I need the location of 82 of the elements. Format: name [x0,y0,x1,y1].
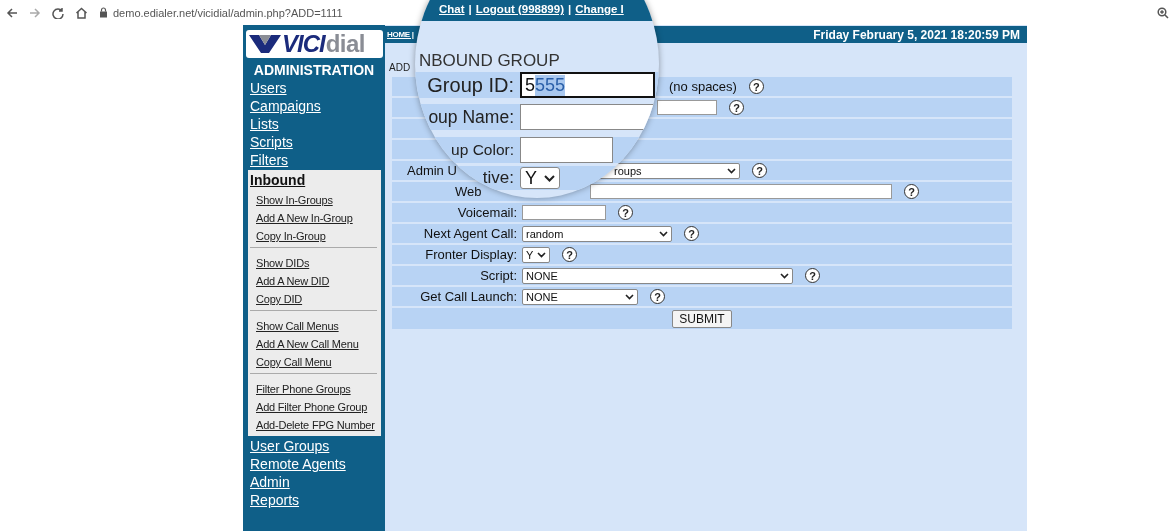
text-field[interactable] [522,205,606,220]
zoom-icon[interactable] [1157,6,1169,19]
sidebar-link[interactable]: Inbound [250,171,306,189]
sidebar-link[interactable]: Scripts [243,133,293,151]
caret-icon [780,272,789,279]
submenu-link[interactable]: Add A New In-Group [256,209,353,227]
logo-text: dial [325,30,366,58]
field-label: oup Name: [428,106,514,128]
submenu-link[interactable]: Add-Delete FPG Number [256,416,375,434]
dropdown[interactable]: random [522,225,672,242]
submenu-link[interactable]: Add Filter Phone Group [256,398,368,416]
help-icon[interactable]: ? [748,79,764,94]
home-link[interactable]: HOME | [387,30,414,39]
page-title: ADD [389,62,411,74]
home-icon[interactable] [75,6,88,19]
text-field[interactable] [520,137,613,163]
submenu-link[interactable]: Copy DID [256,290,303,308]
field-hint: (no spaces) [669,79,737,94]
submenu-link[interactable]: Copy Call Menu [256,353,332,371]
submit-button[interactable]: SUBMIT [672,309,732,328]
submenu-link[interactable]: Show Call Menus [256,317,339,335]
field-label: Get Call Launch: [420,289,517,304]
field-label: Web [455,184,482,199]
help-icon[interactable]: ? [752,163,767,178]
lock-icon [99,7,108,18]
field-label: Script: [480,268,517,283]
caret-icon [544,174,555,182]
help-icon[interactable]: ? [562,247,577,262]
sidebar-link[interactable]: Remote Agents [243,455,346,473]
help-icon[interactable]: ? [684,226,699,241]
field-label: Admin U [407,163,457,178]
caret-icon [727,167,736,174]
field-label: Group ID: [427,73,514,97]
text-field[interactable] [520,104,655,130]
submenu-link[interactable]: Copy In-Group [256,227,326,245]
submenu-link[interactable]: Show In-Groups [256,191,333,209]
text-field[interactable]: 5555 [520,72,655,98]
submenu-link[interactable]: Add A New Call Menu [256,335,359,353]
dropdown[interactable]: NONE [522,288,638,305]
header-link[interactable]: Change I [575,3,624,15]
text-field[interactable] [657,100,717,115]
sidebar-link[interactable]: Campaigns [243,97,321,115]
back-icon[interactable] [6,6,18,19]
page-title: NBOUND GROUP [419,51,560,71]
dropdown[interactable]: Y [522,246,550,263]
sidebar-link[interactable]: Reports [243,491,300,509]
date-time: Friday February 5, 2021 18:20:59 PM [813,27,1020,42]
vicidial-logo[interactable]: VICIdial [246,30,383,58]
sidebar-link[interactable]: Filters [243,151,289,169]
help-icon[interactable]: ? [618,205,633,220]
sidebar-link[interactable]: Admin [243,473,290,491]
address-bar[interactable]: demo.edialer.net/vicidial/admin.php?ADD=1111 [113,6,343,19]
link-separator: | [468,3,472,15]
text-field[interactable] [590,184,892,199]
sidebar-link[interactable]: Lists [243,115,279,133]
sidebar-link[interactable]: Users [243,79,287,97]
logo-text: VICI [282,30,325,58]
submenu-link[interactable]: Show DIDs [256,254,310,272]
caret-icon [625,293,634,300]
field-label: Next Agent Call: [423,226,517,241]
field-label: up Color: [451,141,514,160]
submenu-link[interactable]: Filter Phone Groups [256,380,351,398]
help-icon[interactable]: ? [729,100,744,115]
sidebar-heading: ADMINISTRATION [252,62,376,79]
submenu-link[interactable]: Add A New DID [256,272,330,290]
caret-icon [659,230,668,237]
dropdown[interactable]: NONE [522,267,793,284]
reload-icon[interactable] [52,6,64,19]
help-icon[interactable]: ? [904,184,919,199]
field-label: tive: [482,168,514,189]
field-label: Fronter Display: [425,247,517,262]
forward-icon[interactable] [29,6,41,19]
caret-icon [537,251,546,258]
field-label: Voicemail: [457,205,517,220]
help-icon[interactable]: ? [805,268,820,283]
help-icon[interactable]: ? [650,289,665,304]
sidebar-link[interactable]: User Groups [243,437,330,455]
chevron-logo-icon [249,33,281,55]
dropdown[interactable]: Y [520,167,560,189]
header-link[interactable]: Chat [439,3,465,15]
link-separator: | [567,3,572,15]
header-link[interactable]: Logout (998899) [475,3,564,15]
